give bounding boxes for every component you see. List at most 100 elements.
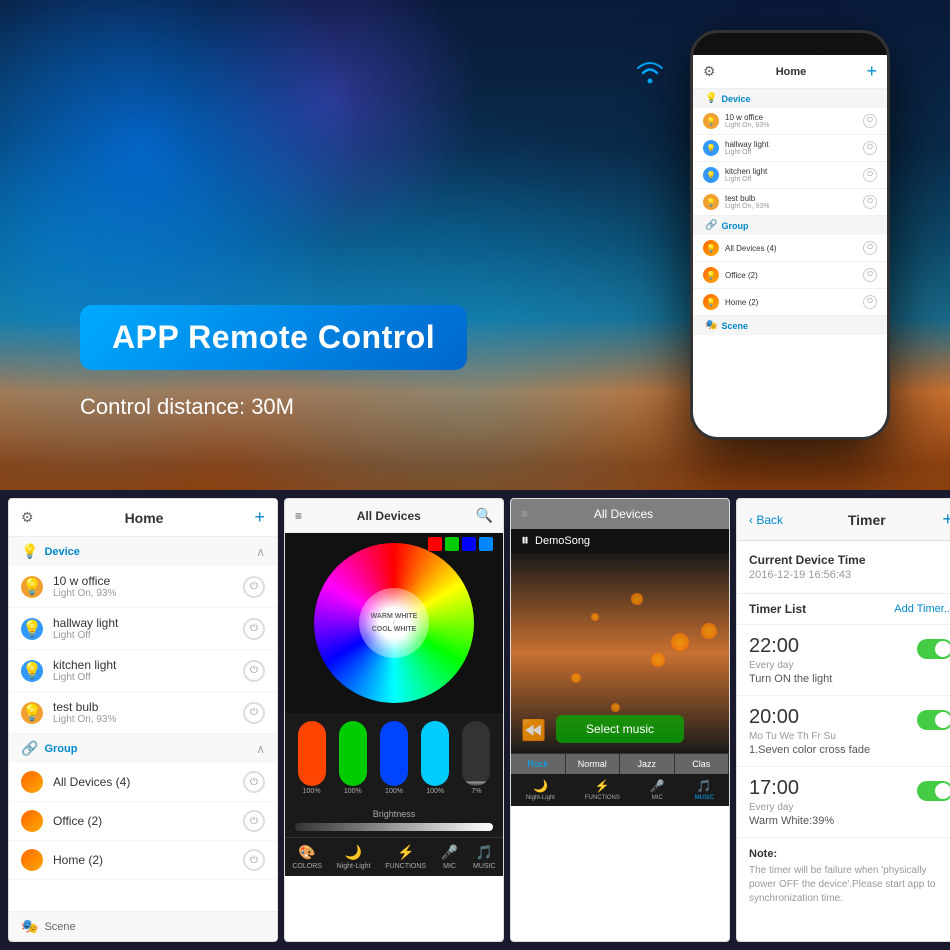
phone-group-row-3[interactable]: 💡 Home (2) ⏻ [693, 289, 887, 316]
s2-nav-functions[interactable]: ⚡ FUNCTIONS [385, 844, 426, 870]
s4-toggle-1[interactable] [917, 639, 950, 659]
blue-slider[interactable]: 100% [375, 721, 412, 795]
power-btn-2[interactable]: ⏻ [863, 141, 877, 155]
s1-group-label: Group [44, 743, 77, 755]
s1-power-2[interactable]: ⏻ [243, 618, 265, 640]
blue-slider-bar[interactable] [380, 721, 408, 786]
phone-title: Home [776, 66, 807, 78]
green-slider-bar[interactable] [339, 721, 367, 786]
s2-nav-mic[interactable]: 🎤 MIC [441, 844, 458, 870]
s3-nav-music[interactable]: 🎵 MUSIC [695, 779, 714, 801]
app-screen-color: ≡ All Devices 🔍 WARM WHITE / COOL WHITE [284, 498, 504, 942]
s2-nav-nightlight[interactable]: 🌙 Night-Light [337, 844, 371, 870]
s3-genre-clas[interactable]: Clas [675, 754, 730, 774]
phone-group-row-1[interactable]: 💡 All Devices (4) ⏻ [693, 235, 887, 262]
phone-device-row-4[interactable]: 💡 test bulb Light On, 93% ⏻ [693, 189, 887, 216]
s3-genre-normal[interactable]: Normal [566, 754, 621, 774]
s1-device-name-4: test bulb [53, 700, 243, 714]
phone-device-row-1[interactable]: 💡 10 w office Light On, 93% ⏻ [693, 108, 887, 135]
rgb-red-dot [428, 537, 442, 551]
s3-genre-jazz[interactable]: Jazz [620, 754, 675, 774]
s1-group-section-header: 🔗 Group ∧ [9, 734, 277, 763]
s3-pause-icon[interactable]: ⏸ [521, 532, 529, 550]
bulb-icon-1: 💡 [703, 113, 719, 129]
brightness-bar[interactable] [295, 823, 493, 831]
s1-group-power-3[interactable]: ⏻ [243, 849, 265, 871]
s2-list-icon: ≡ [295, 509, 302, 523]
particle-3 [591, 613, 599, 621]
s1-device-status-4: Light On, 93% [53, 714, 243, 725]
s4-note-text: The timer will be failure when 'physical… [749, 864, 950, 906]
s4-note-label: Note: [749, 848, 950, 860]
s4-plus-button[interactable]: + [942, 509, 950, 530]
functions-icon: ⚡ [397, 844, 414, 861]
s1-power-4[interactable]: ⏻ [243, 702, 265, 724]
s3-select-music-btn[interactable]: Select music [556, 715, 684, 743]
power-btn-3[interactable]: ⏻ [863, 168, 877, 182]
s3-functions-icon: ⚡ [595, 779, 610, 793]
brightness-slider-bar[interactable] [462, 721, 490, 786]
phone-group-row-2[interactable]: 💡 Office (2) ⏻ [693, 262, 887, 289]
brightness-slider-label: 7% [471, 788, 481, 795]
particle-6 [701, 623, 717, 639]
app-remote-control-label: APP Remote Control [80, 305, 467, 370]
color-wheel-container: WARM WHITE / COOL WHITE [285, 533, 503, 713]
group-info-2: Office (2) [725, 271, 863, 280]
group-icon-2: 💡 [703, 267, 719, 283]
power-btn-4[interactable]: ⏻ [863, 195, 877, 209]
green-slider[interactable]: 100% [334, 721, 371, 795]
s2-nav-colors[interactable]: 🎨 COLORS [292, 844, 322, 870]
s3-nav-nightlight[interactable]: 🌙 Night-Light [526, 779, 555, 801]
s2-nav-music[interactable]: 🎵 MUSIC [473, 844, 496, 870]
cyan-slider-bar[interactable] [421, 721, 449, 786]
s3-nightlight-label: Night-Light [526, 795, 555, 801]
color-wheel[interactable]: WARM WHITE / COOL WHITE [314, 543, 474, 703]
s1-group-row-1[interactable]: All Devices (4) ⏻ [9, 763, 277, 802]
s4-toggle-2[interactable] [917, 710, 950, 730]
s1-bottom-nav: 🎭 Scene [9, 911, 277, 941]
s4-back-button[interactable]: ‹ Back [749, 513, 783, 527]
group-power-1[interactable]: ⏻ [863, 241, 877, 255]
s1-group-row-2[interactable]: Office (2) ⏻ [9, 802, 277, 841]
s1-device-row-2[interactable]: 💡 hallway light Light Off ⏻ [9, 608, 277, 650]
red-slider[interactable]: 100% [293, 721, 330, 795]
s4-add-timer-btn[interactable]: Add Timer... [894, 603, 950, 615]
s1-power-3[interactable]: ⏻ [243, 660, 265, 682]
s1-gear-icon[interactable]: ⚙ [21, 509, 34, 526]
s3-title: All Devices [528, 507, 719, 521]
s4-toggle-3[interactable] [917, 781, 950, 801]
s1-group-power-2[interactable]: ⏻ [243, 810, 265, 832]
phone-device-row-3[interactable]: 💡 kitchen light Light Off ⏻ [693, 162, 887, 189]
s4-dt-label: Current Device Time [749, 553, 950, 567]
s1-group-row-3[interactable]: Home (2) ⏻ [9, 841, 277, 880]
s1-plus-icon[interactable]: + [254, 507, 265, 528]
group-power-3[interactable]: ⏻ [863, 295, 877, 309]
s2-search-icon[interactable]: 🔍 [476, 507, 493, 524]
group-power-2[interactable]: ⏻ [863, 268, 877, 282]
s4-timer-info-2: 20:00 Mo Tu We Th Fr Su 1.Seven color cr… [749, 706, 917, 756]
s2-bottom-nav: 🎨 COLORS 🌙 Night-Light ⚡ FUNCTIONS 🎤 MIC… [285, 837, 503, 876]
functions-label: FUNCTIONS [385, 863, 426, 870]
device-info-2: hallway light Light Off [725, 140, 863, 156]
s3-nav-functions[interactable]: ⚡ FUNCTIONS [585, 779, 620, 801]
group-icon-3: 💡 [703, 294, 719, 310]
s3-genre-rock[interactable]: Rock [511, 754, 566, 774]
s1-group-power-1[interactable]: ⏻ [243, 771, 265, 793]
s3-song-bar: ⏸ DemoSong [511, 529, 729, 553]
s3-genres: Rock Normal Jazz Clas [511, 753, 729, 774]
phone-device-row-2[interactable]: 💡 hallway light Light Off ⏻ [693, 135, 887, 162]
power-btn-1[interactable]: ⏻ [863, 114, 877, 128]
app-screen-timer: ‹ Back Timer + Current Device Time 2016-… [736, 498, 950, 942]
brightness-slider[interactable]: 7% [458, 721, 495, 795]
s1-device-row-1[interactable]: 💡 10 w office Light On, 93% ⏻ [9, 566, 277, 608]
s3-nav-mic[interactable]: 🎤 MIC [650, 779, 665, 801]
s1-power-1[interactable]: ⏻ [243, 576, 265, 598]
s1-device-row-3[interactable]: 💡 kitchen light Light Off ⏻ [9, 650, 277, 692]
particle-4 [651, 653, 665, 667]
s3-rewind-icon[interactable]: ⏪ [521, 718, 546, 743]
cyan-slider[interactable]: 100% [417, 721, 454, 795]
red-slider-bar[interactable] [298, 721, 326, 786]
s1-device-row-4[interactable]: 💡 test bulb Light On, 93% ⏻ [9, 692, 277, 734]
s4-timer-item-1: 22:00 Every day Turn ON the light [737, 625, 950, 696]
s1-device-name-2: hallway light [53, 616, 243, 630]
